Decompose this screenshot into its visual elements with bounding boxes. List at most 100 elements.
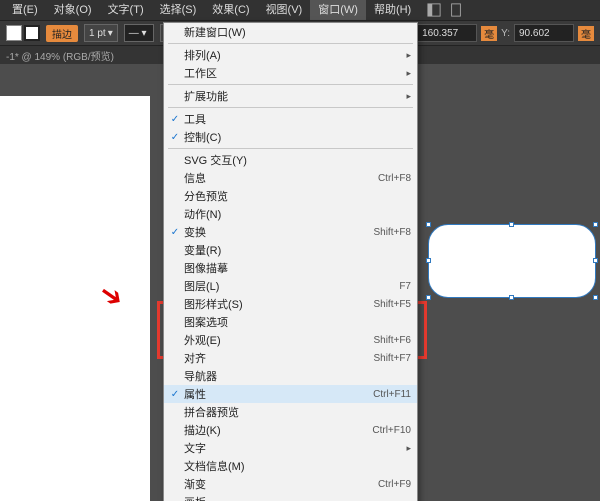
- menu-item-label: 信息: [182, 170, 378, 186]
- stroke-profile[interactable]: — ▾: [124, 24, 154, 42]
- menu-item[interactable]: 动作(N): [164, 205, 417, 223]
- y-field[interactable]: [514, 24, 574, 42]
- selection-handle[interactable]: [593, 295, 598, 300]
- menu-item-label: 变量(R): [182, 242, 411, 258]
- menu-item[interactable]: 对齐Shift+F7: [164, 349, 417, 367]
- menu-item[interactable]: 渐变Ctrl+F9: [164, 475, 417, 493]
- menu-item[interactable]: 信息Ctrl+F8: [164, 169, 417, 187]
- menu-item[interactable]: 外观(E)Shift+F6: [164, 331, 417, 349]
- menubar: 置(E) 对象(O) 文字(T) 选择(S) 效果(C) 视图(V) 窗口(W)…: [0, 0, 600, 20]
- menu-item-label: 新建窗口(W): [182, 24, 411, 40]
- selection-handle[interactable]: [509, 222, 514, 227]
- menu-help[interactable]: 帮助(H): [366, 0, 419, 20]
- menu-item-label: 分色预览: [182, 188, 411, 204]
- menu-item[interactable]: 排列(A): [164, 46, 417, 64]
- artboard: [0, 96, 150, 501]
- menu-item[interactable]: 导航器: [164, 367, 417, 385]
- fill-swatch[interactable]: [6, 25, 22, 41]
- menu-type[interactable]: 文字(T): [100, 0, 152, 20]
- menu-item-label: 对齐: [182, 350, 373, 366]
- menu-item-label: 扩展功能: [182, 88, 406, 104]
- check-icon: ✓: [168, 114, 182, 125]
- check-icon: ✓: [168, 227, 182, 238]
- menu-item-label: 图层(L): [182, 278, 399, 294]
- selection-handle[interactable]: [593, 222, 598, 227]
- menu-object[interactable]: 对象(O): [46, 0, 100, 20]
- menu-item-label: 文档信息(M): [182, 458, 411, 474]
- menu-item-label: 工作区: [182, 65, 406, 81]
- menu-item-label: 变换: [182, 224, 373, 240]
- menu-item-label: 控制(C): [182, 129, 411, 145]
- menu-item[interactable]: 文档信息(M): [164, 457, 417, 475]
- menu-separator: [168, 43, 413, 44]
- menu-item[interactable]: 工作区: [164, 64, 417, 82]
- menu-item-shortcut: Ctrl+F11: [373, 389, 411, 400]
- menu-item-shortcut: Ctrl+F10: [372, 425, 411, 436]
- menu-item[interactable]: ✓变换Shift+F8: [164, 223, 417, 241]
- stroke-swatch[interactable]: [24, 25, 40, 41]
- menu-item-shortcut: Ctrl+F8: [378, 173, 411, 184]
- menu-item-shortcut: Shift+F8: [373, 227, 411, 238]
- menu-item-label: 画板: [182, 494, 411, 501]
- menu-item[interactable]: 拼合器预览: [164, 403, 417, 421]
- menu-item[interactable]: SVG 交互(Y): [164, 151, 417, 169]
- menu-separator: [168, 84, 413, 85]
- x-field[interactable]: [417, 24, 477, 42]
- selection-handle[interactable]: [509, 295, 514, 300]
- menu-item[interactable]: 图形样式(S)Shift+F5: [164, 295, 417, 313]
- menu-item-label: 导航器: [182, 368, 411, 384]
- selection-handle[interactable]: [426, 258, 431, 263]
- menu-item-label: 外观(E): [182, 332, 373, 348]
- menu-item-shortcut: F7: [399, 281, 411, 292]
- canvas[interactable]: ➔ 新建窗口(W)排列(A)工作区扩展功能✓工具✓控制(C)SVG 交互(Y)信…: [0, 64, 600, 501]
- menu-item[interactable]: 扩展功能: [164, 87, 417, 105]
- menu-item-label: 图形样式(S): [182, 296, 373, 312]
- menu-item[interactable]: ✓控制(C): [164, 128, 417, 146]
- window-menu-dropdown: 新建窗口(W)排列(A)工作区扩展功能✓工具✓控制(C)SVG 交互(Y)信息C…: [163, 22, 418, 501]
- menu-item[interactable]: 图案选项: [164, 313, 417, 331]
- y-label: Y:: [501, 28, 510, 39]
- selection-handle[interactable]: [593, 258, 598, 263]
- menu-item-label: 文字: [182, 440, 406, 456]
- stroke-label: 描边: [46, 25, 78, 42]
- menu-item-shortcut: Ctrl+F9: [378, 479, 411, 490]
- rounded-rect-shape[interactable]: [428, 224, 596, 298]
- menu-item[interactable]: 图层(L)F7: [164, 277, 417, 295]
- x-unit: 毫: [481, 26, 497, 41]
- selection-handle[interactable]: [426, 295, 431, 300]
- menu-item[interactable]: 图像描摹: [164, 259, 417, 277]
- menu-item[interactable]: 分色预览: [164, 187, 417, 205]
- check-icon: ✓: [168, 389, 182, 400]
- menu-select[interactable]: 选择(S): [152, 0, 205, 20]
- selection-handle[interactable]: [426, 222, 431, 227]
- menu-item[interactable]: 画板: [164, 493, 417, 501]
- layout-icon[interactable]: [427, 3, 441, 17]
- menu-item[interactable]: 变量(R): [164, 241, 417, 259]
- menu-separator: [168, 107, 413, 108]
- menu-edit[interactable]: 置(E): [4, 0, 46, 20]
- menu-item-label: 描边(K): [182, 422, 372, 438]
- menu-item-label: 排列(A): [182, 47, 406, 63]
- menu-view[interactable]: 视图(V): [258, 0, 311, 20]
- menu-item-label: 拼合器预览: [182, 404, 411, 420]
- menu-item-label: 渐变: [182, 476, 378, 492]
- menu-item-label: 工具: [182, 111, 411, 127]
- document-tab-label: -1* @ 149% (RGB/预览): [6, 48, 114, 63]
- menu-item-label: 动作(N): [182, 206, 411, 222]
- menu-item[interactable]: ✓属性Ctrl+F11: [164, 385, 417, 403]
- menu-item-label: 属性: [182, 386, 373, 402]
- doc-icon[interactable]: [449, 3, 463, 17]
- stroke-weight-field[interactable]: 1 pt ▾: [84, 24, 118, 42]
- menu-item-label: SVG 交互(Y): [182, 152, 411, 168]
- menu-item[interactable]: 文字: [164, 439, 417, 457]
- menu-separator: [168, 148, 413, 149]
- menu-window[interactable]: 窗口(W): [310, 0, 366, 20]
- check-icon: ✓: [168, 132, 182, 143]
- menu-item-label: 图案选项: [182, 314, 411, 330]
- menu-item[interactable]: 描边(K)Ctrl+F10: [164, 421, 417, 439]
- menu-item[interactable]: 新建窗口(W): [164, 23, 417, 41]
- menu-item-shortcut: Shift+F7: [373, 353, 411, 364]
- menu-effect[interactable]: 效果(C): [204, 0, 257, 20]
- menu-item-shortcut: Shift+F5: [373, 299, 411, 310]
- menu-item[interactable]: ✓工具: [164, 110, 417, 128]
